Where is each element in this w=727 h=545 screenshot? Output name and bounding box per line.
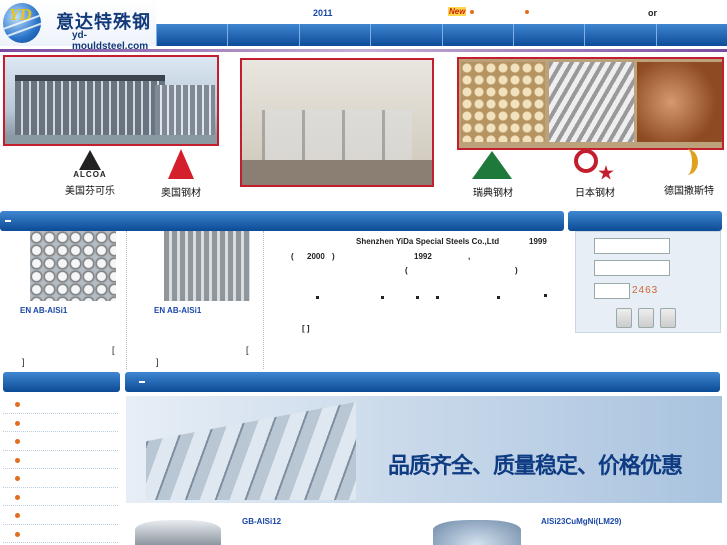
login-panel: 2463 (575, 231, 721, 333)
product-name[interactable]: EN AB-AlSi1 (20, 306, 67, 315)
username-input[interactable] (594, 238, 670, 254)
captcha-input[interactable] (594, 283, 630, 299)
product-image[interactable] (135, 520, 221, 545)
captcha-code: 2463 (632, 285, 659, 296)
aluminum-profiles-image (146, 402, 356, 500)
category-item[interactable] (3, 469, 118, 488)
office-photo (240, 58, 434, 187)
germany-steel-icon (676, 149, 698, 175)
product-card[interactable]: EN AB-AlSi1 [ ] (154, 231, 264, 369)
company-name: Shenzhen YiDa Special Steels Co.,Ltd (356, 237, 500, 246)
star-icon (598, 165, 614, 180)
building-wing (155, 85, 215, 135)
office-floor (242, 160, 432, 185)
dot (497, 296, 500, 299)
about-more-link[interactable]: [ ] (302, 324, 310, 333)
nav-item[interactable] (441, 24, 513, 46)
building-shape (15, 75, 165, 135)
paren: ) (332, 252, 335, 261)
banner: ALCOA 美国芬可乐 奥国钢材 瑞典钢材 日本钢材 德国撒斯特 (0, 52, 727, 206)
login-bar (568, 211, 722, 231)
paren: ( (291, 252, 294, 261)
dot (416, 296, 419, 299)
product-name[interactable]: GB-AlSi12 (242, 517, 281, 526)
product-more[interactable]: [ (112, 345, 115, 355)
office-cubicles (262, 110, 412, 160)
category-item[interactable] (3, 506, 118, 525)
austria-steel-icon (168, 149, 194, 179)
globe-icon: YD (3, 3, 41, 43)
brand-label: 德国撒斯特 (664, 186, 714, 197)
category-item[interactable] (3, 414, 118, 432)
register-button[interactable] (638, 308, 654, 328)
main-nav (156, 24, 727, 46)
year-text: 1999 (529, 237, 547, 246)
category-bar (3, 372, 120, 392)
ground (5, 135, 217, 144)
dot (381, 296, 384, 299)
japan-steel-icon (574, 149, 598, 173)
building-photo (3, 55, 219, 146)
product-name[interactable]: EN AB-AlSi1 (154, 306, 201, 315)
product-more[interactable]: [ (246, 345, 249, 355)
comma: , (468, 252, 471, 261)
nav-item[interactable] (370, 24, 441, 46)
product-image[interactable] (30, 231, 116, 301)
steel-rods (549, 62, 634, 142)
brand-label: 美国芬可乐 (65, 186, 115, 197)
promo-slogan: 品质齐全、质量稳定、价格优惠 (388, 454, 683, 479)
or-text: or (648, 8, 657, 18)
dot (544, 294, 547, 297)
sweden-steel-icon (472, 151, 512, 179)
nav-item[interactable] (227, 24, 298, 46)
copper-coils (637, 62, 722, 142)
brand-label: 日本钢材 (575, 188, 615, 199)
category-item[interactable] (3, 525, 118, 543)
bullet-icon (470, 10, 474, 14)
products-bar (0, 211, 564, 231)
product-image[interactable] (164, 231, 250, 301)
login-button[interactable] (616, 308, 632, 328)
category-list (3, 395, 118, 545)
product-more[interactable]: ] (22, 357, 25, 367)
featured-bar (125, 372, 720, 392)
year-text: 2000 (307, 252, 325, 261)
category-item[interactable] (3, 432, 118, 451)
product-more[interactable]: ] (156, 357, 159, 367)
category-item[interactable] (3, 451, 118, 469)
round-bars (461, 62, 545, 142)
category-item[interactable] (3, 395, 118, 414)
top-info-bar: 2011 New or (156, 0, 727, 24)
site-logo[interactable]: YD 意达特殊钢 yd-mouldsteel.com (0, 0, 156, 52)
dot (316, 296, 319, 299)
product-image[interactable] (433, 520, 521, 545)
nav-item[interactable] (298, 24, 370, 46)
product-name[interactable]: AlSi23CuMgNi(LM29) (541, 517, 621, 526)
nav-item[interactable] (156, 24, 227, 46)
year-text: 2011 (313, 8, 333, 18)
logo-letters: YD (9, 5, 32, 24)
bar-marker-icon (139, 381, 145, 383)
alcoa-logo: ALCOA (68, 150, 112, 184)
dot (436, 296, 439, 299)
password-input[interactable] (594, 260, 670, 276)
nav-item[interactable] (655, 24, 727, 46)
bullet-icon (525, 10, 529, 14)
new-badge: New (448, 7, 467, 16)
nav-item[interactable] (512, 24, 584, 46)
paren: ( (405, 266, 408, 275)
steel-products-photo (457, 57, 724, 150)
promo-banner[interactable]: 品质齐全、质量稳定、价格优惠 (126, 396, 722, 503)
reset-button[interactable] (660, 308, 676, 328)
paren: ) (515, 266, 518, 275)
about-section: Shenzhen YiDa Special Steels Co.,Ltd 199… (276, 231, 566, 351)
alcoa-text: ALCOA (73, 170, 107, 179)
bar-marker-icon (5, 220, 11, 222)
category-item[interactable] (3, 488, 118, 506)
brand-label: 奥国钢材 (161, 188, 201, 199)
year-text: 1992 (414, 252, 432, 261)
product-card[interactable]: EN AB-AlSi1 [ ] (20, 231, 127, 369)
nav-item[interactable] (584, 24, 655, 46)
brand-label: 瑞典钢材 (473, 188, 513, 199)
